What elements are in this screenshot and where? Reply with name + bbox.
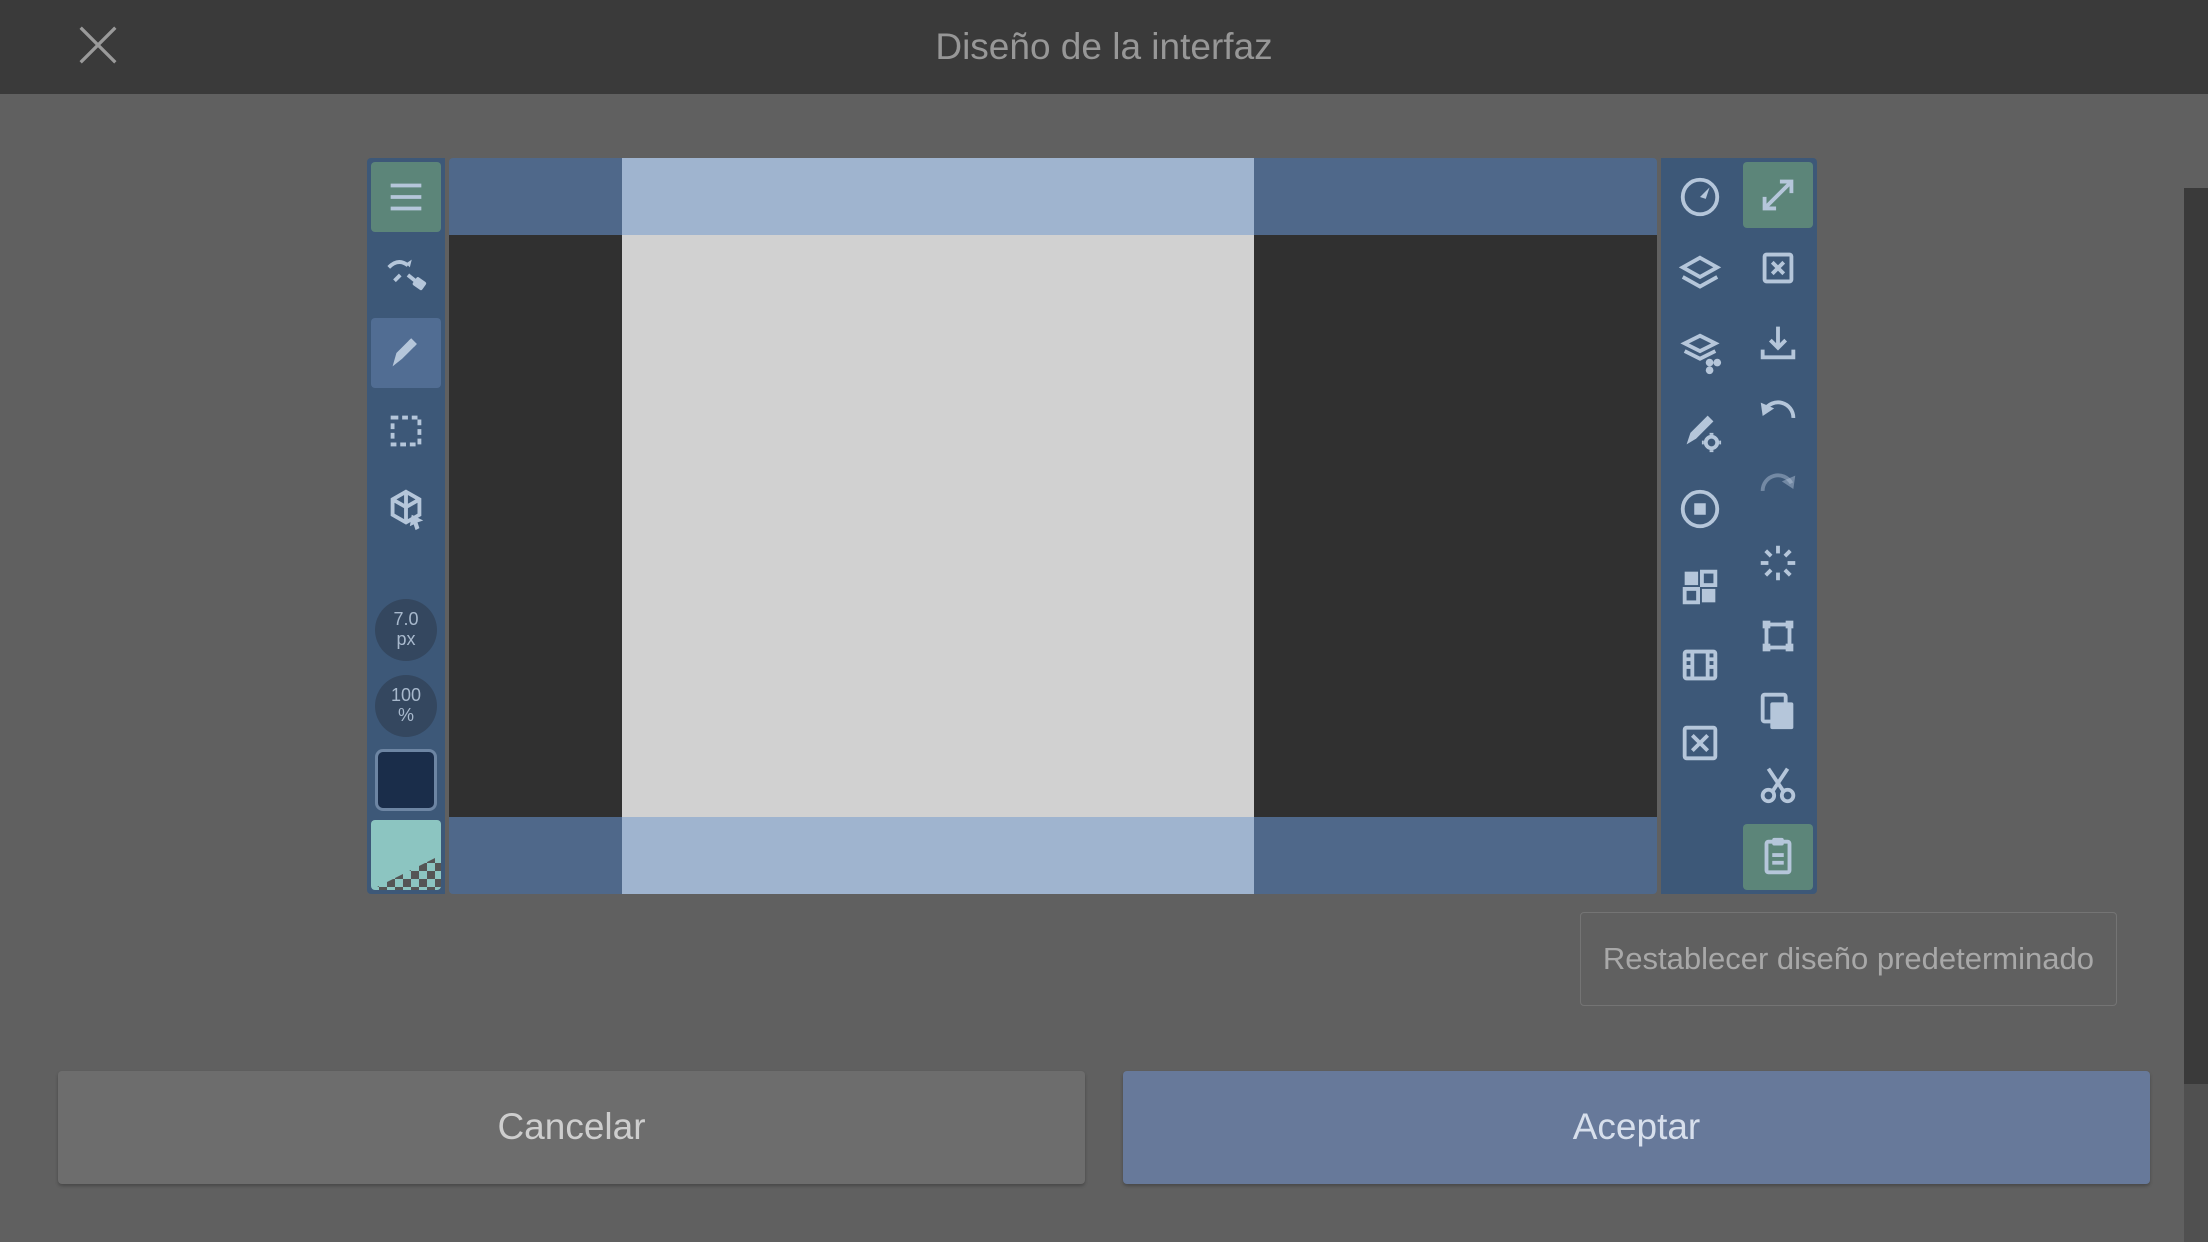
clear-icon <box>1677 720 1723 766</box>
selection-icon <box>383 408 429 454</box>
action-buttons-row: Cancelar Aceptar <box>0 1012 2208 1242</box>
selection-button[interactable] <box>371 396 441 466</box>
canvas-center[interactable] <box>449 235 1657 817</box>
menu-icon <box>383 174 429 220</box>
navigation-icon <box>1677 174 1723 220</box>
processing-button[interactable] <box>1743 530 1813 596</box>
canvas-top-highlight <box>622 158 1254 235</box>
redo-icon <box>1755 466 1801 512</box>
left-toolbar[interactable]: 7.0 px 100 % <box>367 158 445 894</box>
fullscreen-button[interactable] <box>1743 162 1813 228</box>
brush-size-button[interactable]: 7.0 px <box>375 599 437 661</box>
processing-icon <box>1755 540 1801 586</box>
paste-icon <box>1755 834 1801 880</box>
navigation-button[interactable] <box>1665 162 1735 232</box>
brush-settings-icon <box>1677 408 1723 454</box>
canvas-bottom-highlight <box>622 817 1254 894</box>
import-button[interactable] <box>1743 309 1813 375</box>
reference-tool-button[interactable] <box>371 474 441 544</box>
opacity-unit: % <box>398 706 414 726</box>
delete-layer-icon <box>1755 245 1801 291</box>
canvas-bottom-bar[interactable] <box>449 817 1657 894</box>
fullscreen-icon <box>1755 172 1801 218</box>
interface-layout-preview[interactable]: 7.0 px 100 % <box>367 158 1817 894</box>
scrollbar[interactable] <box>2184 188 2208 1242</box>
import-icon <box>1755 319 1801 365</box>
close-icon <box>72 19 124 71</box>
opacity-value: 100 <box>391 686 421 706</box>
opacity-button[interactable]: 100 % <box>375 675 437 737</box>
redo-button[interactable] <box>1743 456 1813 522</box>
brush-settings-button[interactable] <box>1665 396 1735 466</box>
layers-add-button[interactable] <box>1665 318 1735 388</box>
copy-button[interactable] <box>1743 677 1813 743</box>
stop-icon <box>1677 486 1723 532</box>
app-header: Diseño de la interfaz <box>0 0 2208 94</box>
cut-icon <box>1755 761 1801 807</box>
delete-layer-button[interactable] <box>1743 236 1813 302</box>
brush-size-value: 7.0 <box>393 610 418 630</box>
pen-button[interactable] <box>371 318 441 388</box>
layers-icon <box>1677 252 1723 298</box>
film-icon <box>1677 642 1723 688</box>
brush-size-unit: px <box>396 630 415 650</box>
page-title: Diseño de la interfaz <box>0 26 2208 68</box>
undo-icon <box>1755 393 1801 439</box>
pen-icon <box>383 330 429 376</box>
layers-button[interactable] <box>1665 240 1735 310</box>
secondary-color-button[interactable] <box>371 820 441 890</box>
main-content: 7.0 px 100 % <box>0 94 2208 1242</box>
cut-button[interactable] <box>1743 751 1813 817</box>
paste-button[interactable] <box>1743 824 1813 890</box>
right-toolbar-2[interactable] <box>1739 158 1817 894</box>
transform-button[interactable] <box>1743 604 1813 670</box>
pen-eraser-button[interactable] <box>371 240 441 310</box>
copy-icon <box>1755 687 1801 733</box>
clear-button[interactable] <box>1665 708 1735 778</box>
accept-button[interactable]: Aceptar <box>1123 1071 2150 1184</box>
canvas-area[interactable] <box>449 158 1657 894</box>
cancel-button[interactable]: Cancelar <box>58 1071 1085 1184</box>
pen-eraser-icon <box>383 252 429 298</box>
stop-button[interactable] <box>1665 474 1735 544</box>
right-toolbar-1[interactable] <box>1661 158 1739 894</box>
cube-cursor-icon <box>383 486 429 532</box>
canvas-top-bar[interactable] <box>449 158 1657 235</box>
primary-color-button[interactable] <box>375 749 437 811</box>
transform-icon <box>1755 613 1801 659</box>
menu-button[interactable] <box>371 162 441 232</box>
undo-button[interactable] <box>1743 383 1813 449</box>
layers-add-icon <box>1677 330 1723 376</box>
scrollbar-thumb[interactable] <box>2184 188 2208 1084</box>
reset-layout-button[interactable]: Restablecer diseño predeterminado <box>1580 912 2117 1006</box>
grid-icon <box>1677 564 1723 610</box>
canvas-document <box>622 235 1254 817</box>
close-button[interactable] <box>72 19 124 76</box>
animation-button[interactable] <box>1665 630 1735 700</box>
grid-button[interactable] <box>1665 552 1735 622</box>
